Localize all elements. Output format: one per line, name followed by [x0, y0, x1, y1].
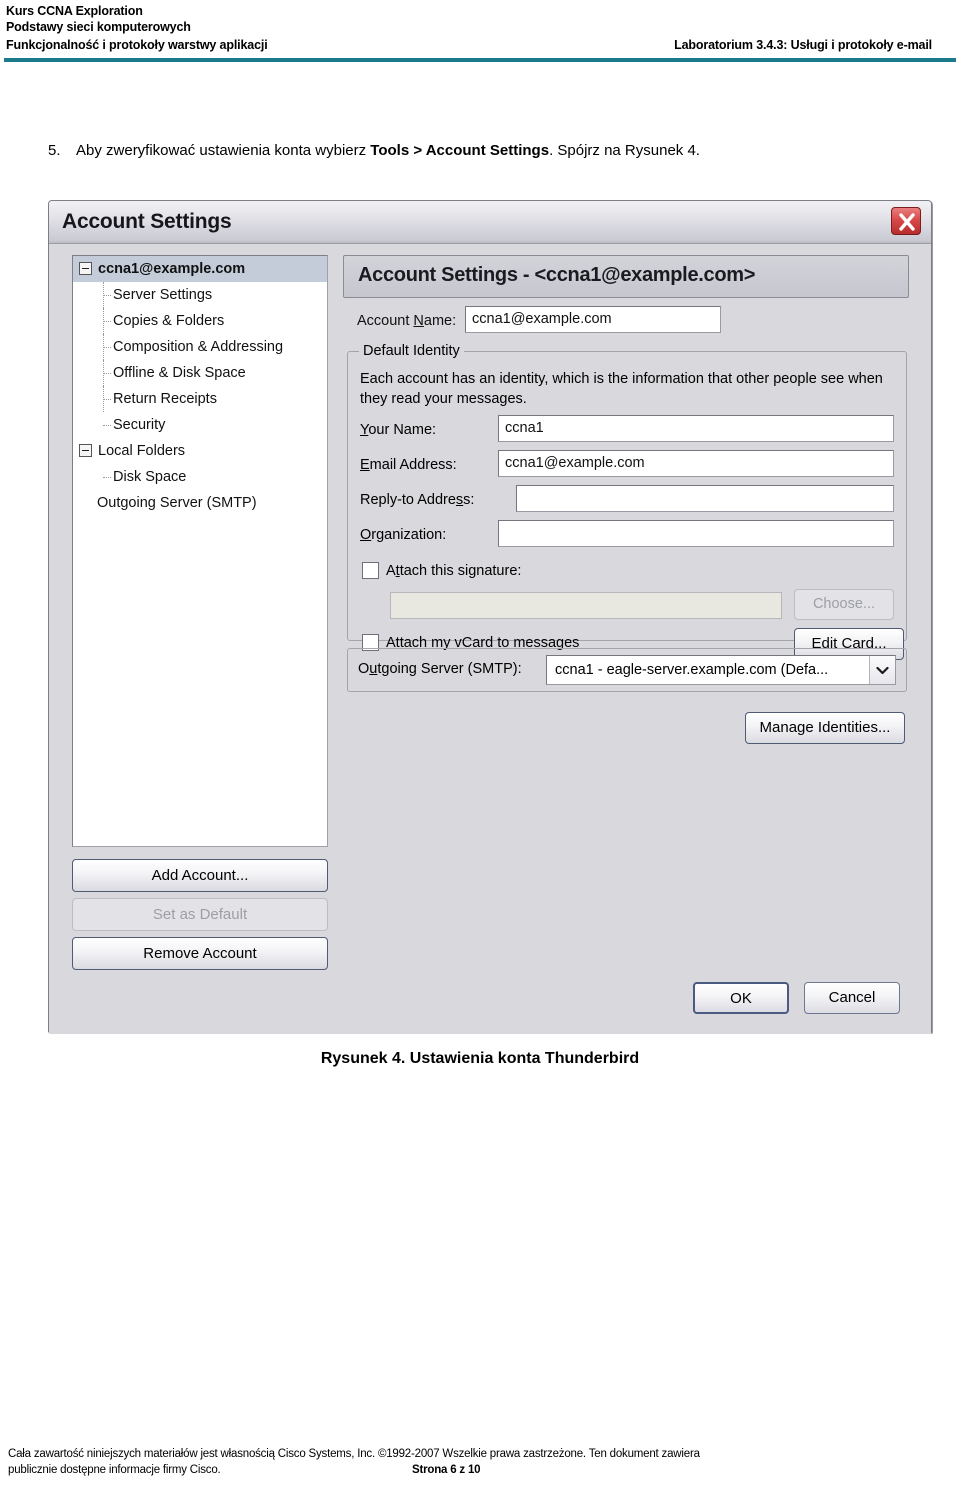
email-address-input[interactable]: ccna1@example.com: [498, 450, 894, 477]
tree-item-label: Server Settings: [113, 287, 213, 303]
tree-dash: [103, 321, 111, 322]
reply-to-address-label: Reply-to Address:: [360, 492, 475, 508]
header-course-subtitle: Podstawy sieci komputerowych: [6, 20, 191, 34]
footer-copyright-line2: publicznie dostępne informacje firmy Cis…: [8, 1464, 221, 1476]
account-name-input[interactable]: ccna1@example.com: [465, 306, 721, 333]
outgoing-server-value: ccna1 - eagle-server.example.com (Defa..…: [555, 662, 829, 678]
add-account-button[interactable]: Add Account...: [72, 859, 328, 892]
footer-copyright-line2-row: publicznie dostępne informacje firmy Cis…: [8, 1462, 952, 1478]
choose-signature-button: Choose...: [794, 589, 894, 620]
tree-dash: [103, 399, 111, 400]
tree-item-disk-space[interactable]: Disk Space: [73, 464, 327, 490]
choose-signature-label: Choose...: [812, 596, 876, 612]
tree-dash: [103, 373, 111, 374]
organization-label: Organization:: [360, 527, 447, 543]
cancel-button[interactable]: Cancel: [804, 982, 900, 1014]
outgoing-server-select[interactable]: ccna1 - eagle-server.example.com (Defa..…: [546, 655, 896, 685]
tree-dash: [103, 295, 111, 296]
tree-item-local-folders[interactable]: Local Folders: [73, 438, 327, 464]
close-icon[interactable]: [891, 207, 921, 235]
tree-item-account[interactable]: ccna1@example.com: [73, 256, 327, 282]
tree-item-label: Outgoing Server (SMTP): [97, 495, 257, 511]
account-name-label: Account Name:: [357, 313, 457, 329]
attach-signature-checkbox[interactable]: [362, 562, 379, 579]
ok-button[interactable]: OK: [693, 982, 789, 1014]
footer-copyright-line1: Cała zawartość niniejszych materiałów je…: [8, 1448, 700, 1460]
attach-signature-label: Attach this signature:: [386, 563, 522, 579]
signature-path-input[interactable]: [390, 592, 782, 619]
tree-item-label: Copies & Folders: [113, 313, 225, 329]
header-course-title: Kurs CCNA Exploration: [6, 4, 143, 18]
dialog-titlebar: Account Settings: [49, 201, 931, 244]
remove-account-button[interactable]: Remove Account: [72, 937, 328, 970]
page-number: Strona 6 z 10: [412, 1464, 481, 1476]
tree-item-copies-folders[interactable]: Copies & Folders: [73, 308, 327, 334]
tree-item-offline-disk-space[interactable]: Offline & Disk Space: [73, 360, 327, 386]
pane-title: Account Settings - <ccna1@example.com>: [358, 264, 756, 286]
tree-item-server-settings[interactable]: Server Settings: [73, 282, 327, 308]
chevron-down-icon[interactable]: [869, 656, 895, 684]
manage-identities-button[interactable]: Manage Identities...: [745, 712, 905, 744]
step-text-before: Aby zweryfikować ustawienia konta wybier…: [76, 142, 371, 159]
step-emphasis: Tools > Account Settings: [370, 142, 550, 159]
step-text-after: . Spójrz na Rysunek 4.: [549, 142, 700, 159]
reply-to-address-input[interactable]: [516, 485, 894, 512]
set-as-default-button: Set as Default: [72, 898, 328, 931]
account-tree[interactable]: ccna1@example.com Server Settings Copies…: [72, 255, 328, 847]
outgoing-server-label: Outgoing Server (SMTP):: [358, 661, 522, 677]
tree-item-label: Offline & Disk Space: [113, 365, 246, 381]
settings-pane: Account Settings - <ccna1@example.com> A…: [343, 255, 909, 955]
tree-dash: [103, 347, 111, 348]
account-name-value: ccna1@example.com: [472, 311, 612, 328]
outgoing-server-group: Outgoing Server (SMTP): ccna1 - eagle-se…: [347, 648, 907, 692]
header-module-title: Funkcjonalność i protokoły warstwy aplik…: [6, 38, 268, 52]
tree-item-security[interactable]: Security: [73, 412, 327, 438]
organization-input[interactable]: [498, 520, 894, 547]
header-divider: [4, 58, 956, 62]
remove-account-label: Remove Account: [143, 945, 257, 962]
your-name-value: ccna1: [505, 420, 544, 437]
tree-item-label: Disk Space: [113, 469, 187, 485]
tree-dash: [103, 425, 111, 426]
tree-item-label: Security: [113, 417, 166, 433]
pane-header: Account Settings - <ccna1@example.com>: [343, 255, 909, 298]
tree-item-composition-addressing[interactable]: Composition & Addressing: [73, 334, 327, 360]
email-address-value: ccna1@example.com: [505, 455, 645, 472]
your-name-input[interactable]: ccna1: [498, 415, 894, 442]
set-as-default-label: Set as Default: [152, 906, 248, 923]
tree-item-label: Return Receipts: [113, 391, 217, 407]
default-identity-description: Each account has an identity, which is t…: [360, 371, 883, 407]
add-account-label: Add Account...: [151, 867, 249, 884]
tree-dash: [103, 477, 111, 478]
collapse-icon[interactable]: [79, 261, 92, 275]
ok-label: OK: [730, 990, 752, 1007]
email-address-label: Email Address:: [360, 457, 457, 473]
step-number: 5.: [48, 142, 61, 159]
tree-item-outgoing-server[interactable]: Outgoing Server (SMTP): [73, 490, 327, 516]
figure-caption: Rysunek 4. Ustawienia konta Thunderbird: [320, 1050, 640, 1067]
manage-identities-label: Manage Identities...: [759, 719, 891, 736]
dialog-body: ccna1@example.com Server Settings Copies…: [49, 244, 931, 1034]
your-name-label: Your Name:: [360, 422, 437, 438]
cancel-label: Cancel: [828, 989, 876, 1006]
tree-item-label: Local Folders: [98, 443, 186, 459]
default-identity-legend: Default Identity: [359, 343, 464, 359]
document-header: Kurs CCNA Exploration Podstawy sieci kom…: [0, 0, 960, 62]
default-identity-group: Default Identity Each account has an ide…: [347, 343, 907, 660]
dialog-title: Account Settings: [62, 210, 232, 233]
tree-item-label: Composition & Addressing: [113, 339, 284, 355]
collapse-icon[interactable]: [79, 443, 92, 457]
step-instruction: 5. Aby zweryfikować ustawienia konta wybi…: [48, 141, 938, 161]
account-settings-dialog: Account Settings ccna1@example.com Serve…: [48, 200, 932, 1034]
header-lab-title: Laboratorium 3.4.3: Usługi i protokoły e…: [674, 38, 932, 52]
tree-item-return-receipts[interactable]: Return Receipts: [73, 386, 327, 412]
document-footer: Cała zawartość niniejszych materiałów je…: [8, 1446, 952, 1478]
tree-item-label: ccna1@example.com: [98, 261, 246, 277]
